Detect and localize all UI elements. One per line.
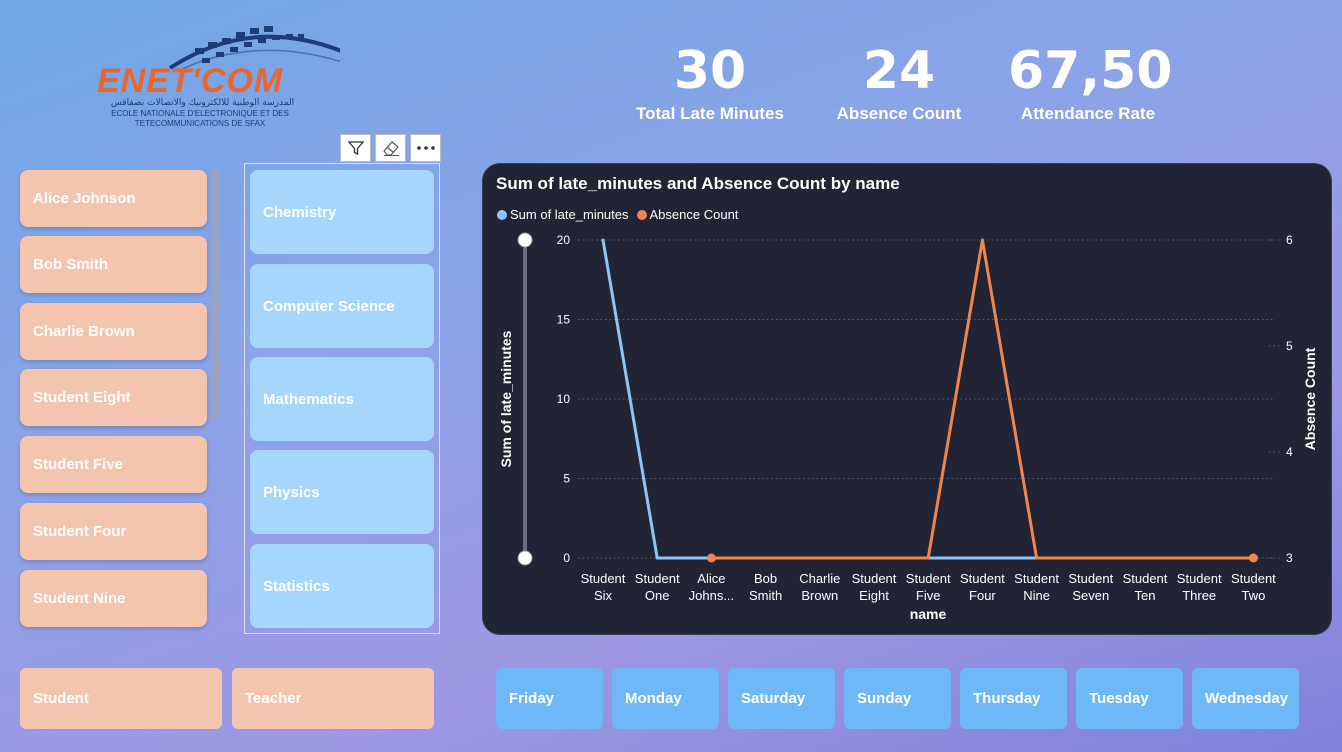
kpi-attendance-rate: 67,50 Attendance Rate — [1008, 40, 1173, 124]
x-tick-label: Student Eight — [852, 571, 897, 603]
data-point-late-minutes — [980, 556, 984, 560]
name-slicer-item[interactable]: Bob Smith — [20, 236, 207, 293]
slicer-header-tools — [340, 134, 441, 162]
data-point-late-minutes — [655, 556, 659, 560]
subject-slicer-item[interactable]: Chemistry — [250, 170, 434, 254]
y2-tick-label: 3 — [1286, 551, 1293, 565]
data-point-absence-count — [1143, 556, 1147, 560]
day-slicer-item[interactable]: Wednesday — [1192, 668, 1299, 729]
enetcom-logo: ENET'COM المدرسة الوطنية للالكترونيك وال… — [95, 18, 340, 130]
data-point-absence-count — [1035, 556, 1039, 560]
day-slicer-item[interactable]: Saturday — [728, 668, 835, 729]
data-point-absence-count — [980, 238, 984, 242]
x-axis-title: name — [910, 606, 947, 622]
name-slicer-item[interactable]: Student Five — [20, 436, 207, 493]
kpi-total-late-minutes: 30 Total Late Minutes — [630, 40, 790, 124]
name-slicer-scrollbar[interactable] — [212, 170, 220, 418]
role-slicer-item-student[interactable]: Student — [20, 668, 222, 729]
subject-slicer-item[interactable]: Mathematics — [250, 357, 434, 441]
x-tick-label: Student Three — [1177, 571, 1222, 603]
data-point-absence-count — [1197, 556, 1201, 560]
role-slicer-item-teacher[interactable]: Teacher — [232, 668, 434, 729]
logo-arabic-text: المدرسة الوطنية للالكترونيك والاتصالات ب… — [110, 98, 295, 108]
x-tick-label: Student Ten — [1123, 571, 1168, 603]
x-tick-label: Student One — [635, 571, 680, 603]
chart-plot: 0 5 10 15 20 3 4 5 6 Sum of late_minutes Absence C… — [498, 232, 1318, 622]
x-tick-label: Student Four — [960, 571, 1005, 603]
day-slicer-item[interactable]: Thursday — [960, 668, 1067, 729]
y2-tick-label: 4 — [1286, 445, 1293, 459]
y-tick-label: 20 — [557, 233, 571, 247]
subject-slicer-item[interactable]: Statistics — [250, 544, 434, 628]
kpi-value: 30 — [673, 41, 747, 101]
kpi-absence-count: 24 Absence Count — [828, 40, 970, 124]
kpi-value: 67,50 — [1008, 41, 1173, 101]
x-tick-label: Student Five — [906, 571, 951, 603]
data-point-absence-count — [818, 556, 822, 560]
y-tick-label: 5 — [563, 472, 570, 486]
filter-icon[interactable] — [340, 134, 371, 162]
x-tick-label: Charlie Brown — [799, 571, 840, 603]
name-slicer-item[interactable]: Student Four — [20, 503, 207, 560]
subject-slicer-item[interactable]: Physics — [250, 450, 434, 534]
y2-tick-label: 6 — [1286, 233, 1293, 247]
more-options-icon[interactable] — [410, 134, 441, 162]
kpi-label: Attendance Rate — [1020, 104, 1156, 123]
x-tick-label: Bob Smith — [749, 571, 782, 603]
kpi-label: Absence Count — [836, 104, 962, 123]
late-absence-line-chart: Sum of late_minutes and Absence Count by… — [482, 163, 1332, 635]
x-tick-label: Student Seven — [1068, 571, 1113, 603]
name-slicer-item[interactable]: Alice Johnson — [20, 170, 207, 227]
name-slicer-item[interactable]: Student Nine — [20, 570, 207, 627]
y2-tick-label: 5 — [1286, 339, 1293, 353]
name-slicer-item[interactable]: Charlie Brown — [20, 303, 207, 360]
logo-brand-text: ENET'COM — [97, 62, 284, 100]
logo-subtitle-line2: TETECOMMUNICATIONS DE SFAX — [134, 119, 266, 128]
x-tick-label: Alice Johns... — [689, 571, 735, 603]
data-point-late-minutes — [601, 238, 605, 242]
zoom-slider-handle-top[interactable] — [517, 232, 533, 248]
name-slicer-item[interactable]: Student Eight — [20, 369, 207, 426]
x-tick-label: Student Two — [1231, 571, 1276, 603]
data-point-absence-count — [926, 556, 930, 560]
data-point-absence-marker — [706, 553, 716, 563]
eraser-icon[interactable] — [375, 134, 406, 162]
day-slicer-item[interactable]: Monday — [612, 668, 719, 729]
kpi-value: 24 — [862, 41, 936, 101]
zoom-slider-handle-bottom[interactable] — [517, 550, 533, 566]
y-axis-title: Sum of late_minutes — [498, 330, 514, 467]
x-tick-label: Student Six — [581, 571, 626, 603]
data-point-absence-marker — [1248, 553, 1258, 563]
y-tick-label: 10 — [557, 392, 571, 406]
day-slicer-item[interactable]: Tuesday — [1076, 668, 1183, 729]
data-point-absence-count — [764, 556, 768, 560]
logo-subtitle-line1: ECOLE NATIONALE D'ELECTRONIQUE ET DES — [111, 109, 289, 118]
day-slicer-item[interactable]: Friday — [496, 668, 603, 729]
data-point-absence-count — [872, 556, 876, 560]
data-point-absence-count — [1089, 556, 1093, 560]
subject-slicer-item[interactable]: Computer Science — [250, 264, 434, 348]
y2-axis-title: Absence Count — [1302, 347, 1318, 450]
day-slicer-item[interactable]: Sunday — [844, 668, 951, 729]
x-tick-label: Student Nine — [1014, 571, 1059, 603]
y-tick-label: 15 — [557, 313, 571, 327]
y-tick-label: 0 — [563, 551, 570, 565]
kpi-label: Total Late Minutes — [636, 104, 784, 123]
logo-subtitle: ECOLE NATIONALE D'ELECTRONIQUE ET DES TE… — [95, 109, 305, 129]
